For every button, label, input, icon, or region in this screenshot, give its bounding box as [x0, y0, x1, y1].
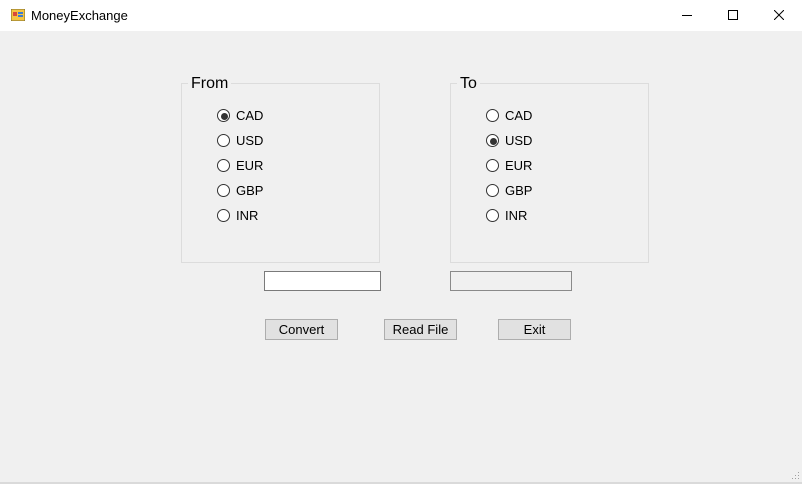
to-group-title: To	[457, 75, 480, 93]
to-radio-usd[interactable]: USD	[486, 133, 606, 149]
radio-selected-dot	[221, 113, 228, 120]
radio-button[interactable]	[486, 184, 499, 197]
radio-label[interactable]: CAD	[505, 108, 532, 123]
convert-button[interactable]: Convert	[265, 319, 338, 340]
to-radio-gbp[interactable]: GBP	[486, 183, 606, 199]
from-radio-inr[interactable]: INR	[217, 208, 337, 224]
radio-selected-dot	[490, 138, 497, 145]
radio-button[interactable]	[217, 134, 230, 147]
resize-grip-icon[interactable]	[790, 470, 800, 480]
from-radio-eur[interactable]: EUR	[217, 158, 337, 174]
radio-button[interactable]	[217, 184, 230, 197]
maximize-button[interactable]	[710, 0, 756, 31]
radio-label[interactable]: GBP	[236, 183, 263, 198]
from-radio-gbp[interactable]: GBP	[217, 183, 337, 199]
radio-label[interactable]: EUR	[236, 158, 263, 173]
radio-label[interactable]: INR	[505, 208, 527, 223]
app-icon	[11, 9, 25, 21]
radio-label[interactable]: CAD	[236, 108, 263, 123]
maximize-icon	[728, 10, 738, 20]
result-output	[450, 271, 572, 291]
from-radio-usd[interactable]: USD	[217, 133, 337, 149]
from-groupbox: From CAD USD EUR GBP INR	[181, 75, 380, 263]
radio-label[interactable]: EUR	[505, 158, 532, 173]
to-radio-eur[interactable]: EUR	[486, 158, 606, 174]
from-radio-cad[interactable]: CAD	[217, 108, 337, 124]
radio-button[interactable]	[217, 159, 230, 172]
amount-input[interactable]	[264, 271, 381, 291]
radio-label[interactable]: USD	[236, 133, 263, 148]
radio-label[interactable]: GBP	[505, 183, 532, 198]
minimize-icon	[682, 15, 692, 16]
radio-button[interactable]	[217, 209, 230, 222]
to-groupbox: To CAD USD EUR GBP INR	[450, 75, 649, 263]
to-radio-cad[interactable]: CAD	[486, 108, 606, 124]
to-radio-inr[interactable]: INR	[486, 208, 606, 224]
radio-button[interactable]	[486, 159, 499, 172]
radio-button[interactable]	[486, 109, 499, 122]
read-file-button[interactable]: Read File	[384, 319, 457, 340]
close-icon	[774, 10, 784, 20]
title-bar: MoneyExchange	[0, 0, 802, 31]
window-title: MoneyExchange	[31, 8, 128, 23]
close-button[interactable]	[756, 0, 802, 31]
radio-label[interactable]: INR	[236, 208, 258, 223]
exit-button[interactable]: Exit	[498, 319, 571, 340]
from-group-title: From	[188, 75, 232, 93]
radio-button[interactable]	[217, 109, 230, 122]
minimize-button[interactable]	[664, 0, 710, 31]
radio-label[interactable]: USD	[505, 133, 532, 148]
radio-button[interactable]	[486, 209, 499, 222]
radio-button[interactable]	[486, 134, 499, 147]
